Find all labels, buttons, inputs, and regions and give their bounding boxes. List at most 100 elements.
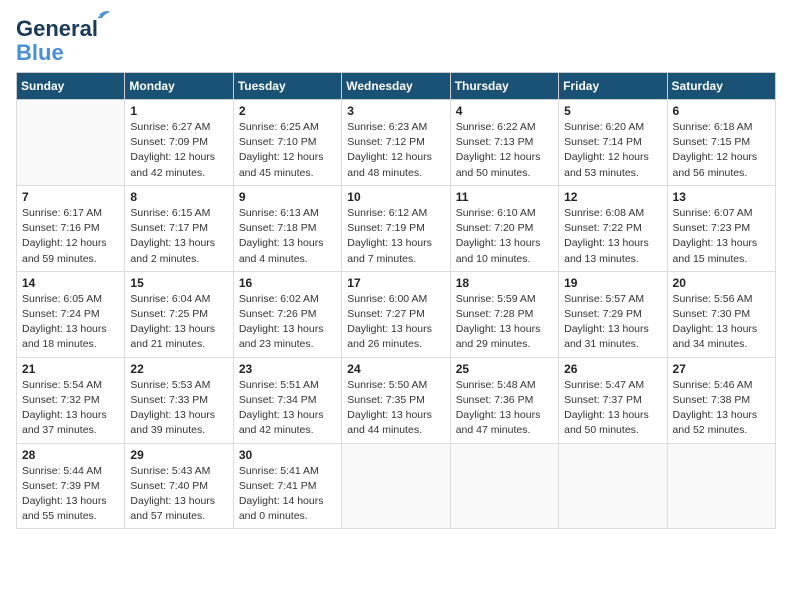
day-info: Sunrise: 6:27 AMSunset: 7:09 PMDaylight:… (130, 120, 227, 181)
calendar-cell: 18 Sunrise: 5:59 AMSunset: 7:28 PMDayligh… (450, 271, 558, 357)
calendar-cell: 6 Sunrise: 6:18 AMSunset: 7:15 PMDaylight… (667, 100, 775, 186)
day-number: 9 (239, 190, 336, 204)
calendar-cell: 30 Sunrise: 5:41 AMSunset: 7:41 PMDayligh… (233, 443, 341, 529)
day-number: 2 (239, 104, 336, 118)
day-info: Sunrise: 6:05 AMSunset: 7:24 PMDaylight:… (22, 292, 119, 353)
calendar-cell: 20Sunrise: 5:56 AMSunset: 7:30 PMDayligh… (667, 271, 775, 357)
calendar-cell: 23 Sunrise: 5:51 AMSunset: 7:34 PMDayligh… (233, 357, 341, 443)
day-number: 27 (673, 362, 770, 376)
day-number: 15 (130, 276, 227, 290)
calendar-cell: 14 Sunrise: 6:05 AMSunset: 7:24 PMDayligh… (17, 271, 125, 357)
day-number: 5 (564, 104, 661, 118)
calendar-cell: 24 Sunrise: 5:50 AMSunset: 7:35 PMDayligh… (342, 357, 450, 443)
day-info: Sunrise: 5:46 AMSunset: 7:38 PMDaylight:… (673, 378, 770, 439)
day-number: 14 (22, 276, 119, 290)
calendar-cell: 16 Sunrise: 6:02 AMSunset: 7:26 PMDayligh… (233, 271, 341, 357)
calendar-week: 1 Sunrise: 6:27 AMSunset: 7:09 PMDaylight… (17, 100, 776, 186)
day-info: Sunrise: 5:59 AMSunset: 7:28 PMDaylight:… (456, 292, 553, 353)
calendar-cell: 10Sunrise: 6:12 AMSunset: 7:19 PMDayligh… (342, 185, 450, 271)
day-number: 13 (673, 190, 770, 204)
day-number: 23 (239, 362, 336, 376)
day-number: 6 (673, 104, 770, 118)
calendar-cell: 8 Sunrise: 6:15 AMSunset: 7:17 PMDaylight… (125, 185, 233, 271)
calendar-cell (667, 443, 775, 529)
day-header: Wednesday (342, 73, 450, 100)
day-info: Sunrise: 6:02 AMSunset: 7:26 PMDaylight:… (239, 292, 336, 353)
calendar-cell: 17 Sunrise: 6:00 AMSunset: 7:27 PMDayligh… (342, 271, 450, 357)
day-info: Sunrise: 6:22 AMSunset: 7:13 PMDaylight:… (456, 120, 553, 181)
day-number: 4 (456, 104, 553, 118)
day-number: 12 (564, 190, 661, 204)
day-number: 7 (22, 190, 119, 204)
day-number: 28 (22, 448, 119, 462)
day-info: Sunrise: 6:07 AMSunset: 7:23 PMDaylight:… (673, 206, 770, 267)
calendar-cell: 21 Sunrise: 5:54 AMSunset: 7:32 PMDayligh… (17, 357, 125, 443)
bird-icon (96, 8, 112, 22)
calendar-cell: 13 Sunrise: 6:07 AMSunset: 7:23 PMDayligh… (667, 185, 775, 271)
calendar-cell: 1 Sunrise: 6:27 AMSunset: 7:09 PMDaylight… (125, 100, 233, 186)
day-number: 21 (22, 362, 119, 376)
calendar-cell (17, 100, 125, 186)
day-info: Sunrise: 5:44 AMSunset: 7:39 PMDaylight:… (22, 464, 119, 525)
day-info: Sunrise: 6:10 AMSunset: 7:20 PMDaylight:… (456, 206, 553, 267)
day-info: Sunrise: 5:54 AMSunset: 7:32 PMDaylight:… (22, 378, 119, 439)
calendar-cell: 22Sunrise: 5:53 AMSunset: 7:33 PMDayligh… (125, 357, 233, 443)
day-info: Sunrise: 6:23 AMSunset: 7:12 PMDaylight:… (347, 120, 444, 181)
day-header: Thursday (450, 73, 558, 100)
calendar-week: 28 Sunrise: 5:44 AMSunset: 7:39 PMDayligh… (17, 443, 776, 529)
day-info: Sunrise: 5:57 AMSunset: 7:29 PMDaylight:… (564, 292, 661, 353)
calendar-cell: 12 Sunrise: 6:08 AMSunset: 7:22 PMDayligh… (559, 185, 667, 271)
day-number: 16 (239, 276, 336, 290)
day-number: 19 (564, 276, 661, 290)
calendar-cell (450, 443, 558, 529)
day-number: 17 (347, 276, 444, 290)
day-number: 26 (564, 362, 661, 376)
calendar: SundayMondayTuesdayWednesdayThursdayFrid… (16, 72, 776, 529)
calendar-week: 21 Sunrise: 5:54 AMSunset: 7:32 PMDayligh… (17, 357, 776, 443)
day-info: Sunrise: 5:41 AMSunset: 7:41 PMDaylight:… (239, 464, 336, 525)
calendar-cell: 28 Sunrise: 5:44 AMSunset: 7:39 PMDayligh… (17, 443, 125, 529)
day-number: 3 (347, 104, 444, 118)
calendar-cell: 11 Sunrise: 6:10 AMSunset: 7:20 PMDayligh… (450, 185, 558, 271)
day-header: Friday (559, 73, 667, 100)
day-number: 24 (347, 362, 444, 376)
day-info: Sunrise: 6:18 AMSunset: 7:15 PMDaylight:… (673, 120, 770, 181)
day-number: 25 (456, 362, 553, 376)
day-header: Saturday (667, 73, 775, 100)
calendar-cell: 5 Sunrise: 6:20 AMSunset: 7:14 PMDaylight… (559, 100, 667, 186)
day-header: Monday (125, 73, 233, 100)
day-number: 10 (347, 190, 444, 204)
day-info: Sunrise: 6:15 AMSunset: 7:17 PMDaylight:… (130, 206, 227, 267)
day-number: 1 (130, 104, 227, 118)
calendar-week: 7Sunrise: 6:17 AMSunset: 7:16 PMDaylight… (17, 185, 776, 271)
calendar-cell: 9 Sunrise: 6:13 AMSunset: 7:18 PMDaylight… (233, 185, 341, 271)
calendar-cell: 29Sunrise: 5:43 AMSunset: 7:40 PMDayligh… (125, 443, 233, 529)
day-info: Sunrise: 6:08 AMSunset: 7:22 PMDaylight:… (564, 206, 661, 267)
calendar-cell (559, 443, 667, 529)
calendar-cell: 19 Sunrise: 5:57 AMSunset: 7:29 PMDayligh… (559, 271, 667, 357)
day-number: 11 (456, 190, 553, 204)
day-info: Sunrise: 6:25 AMSunset: 7:10 PMDaylight:… (239, 120, 336, 181)
day-number: 30 (239, 448, 336, 462)
calendar-cell (342, 443, 450, 529)
day-number: 20 (673, 276, 770, 290)
day-number: 22 (130, 362, 227, 376)
day-info: Sunrise: 6:04 AMSunset: 7:25 PMDaylight:… (130, 292, 227, 353)
day-number: 29 (130, 448, 227, 462)
calendar-cell: 7Sunrise: 6:17 AMSunset: 7:16 PMDaylight… (17, 185, 125, 271)
day-info: Sunrise: 5:50 AMSunset: 7:35 PMDaylight:… (347, 378, 444, 439)
day-number: 8 (130, 190, 227, 204)
day-info: Sunrise: 5:47 AMSunset: 7:37 PMDaylight:… (564, 378, 661, 439)
day-number: 18 (456, 276, 553, 290)
day-info: Sunrise: 5:51 AMSunset: 7:34 PMDaylight:… (239, 378, 336, 439)
calendar-week: 14 Sunrise: 6:05 AMSunset: 7:24 PMDayligh… (17, 271, 776, 357)
calendar-cell: 26 Sunrise: 5:47 AMSunset: 7:37 PMDayligh… (559, 357, 667, 443)
day-header: Tuesday (233, 73, 341, 100)
calendar-cell: 2 Sunrise: 6:25 AMSunset: 7:10 PMDaylight… (233, 100, 341, 186)
calendar-cell: 27 Sunrise: 5:46 AMSunset: 7:38 PMDayligh… (667, 357, 775, 443)
calendar-cell: 25Sunrise: 5:48 AMSunset: 7:36 PMDayligh… (450, 357, 558, 443)
day-info: Sunrise: 6:00 AMSunset: 7:27 PMDaylight:… (347, 292, 444, 353)
day-info: Sunrise: 6:13 AMSunset: 7:18 PMDaylight:… (239, 206, 336, 267)
calendar-cell: 15 Sunrise: 6:04 AMSunset: 7:25 PMDayligh… (125, 271, 233, 357)
day-info: Sunrise: 6:20 AMSunset: 7:14 PMDaylight:… (564, 120, 661, 181)
